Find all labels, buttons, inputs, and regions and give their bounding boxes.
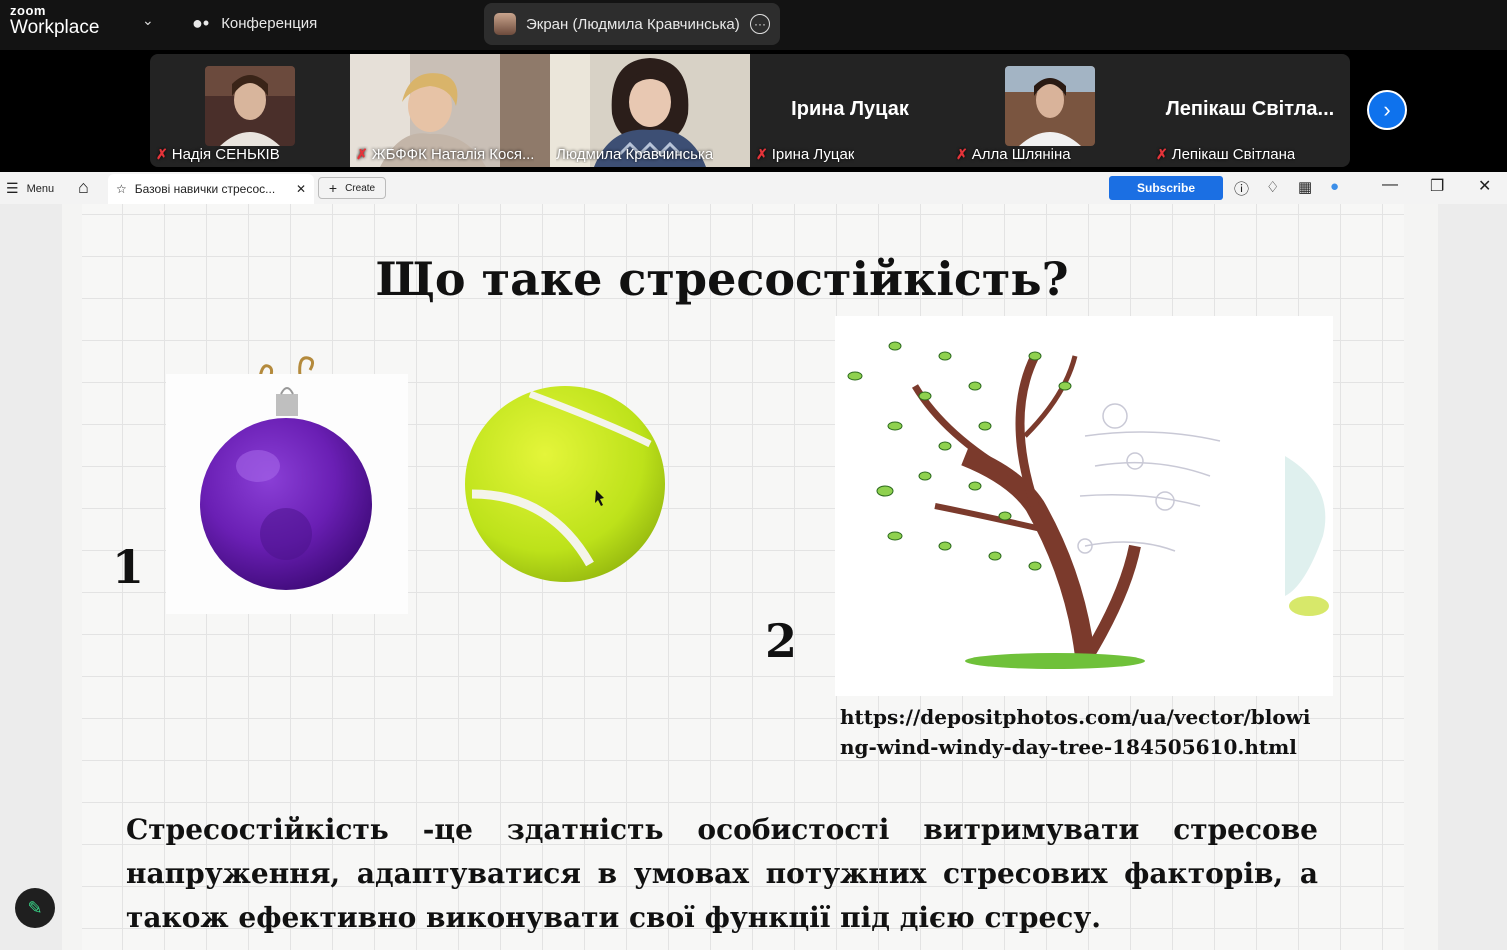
bell-icon[interactable]: ♢ [1266,178,1279,196]
url-line-2: ng-wind-windy-day-tree-184505610.html [840,735,1297,759]
mic-muted-icon: ✗ [956,146,968,162]
pencil-icon[interactable]: ✎ [15,888,55,928]
tennis-ball-image [465,386,665,582]
help-icon[interactable]: ⓘ [1234,178,1249,199]
participants-strip: ✗Надія СЕНЬКІВ ✗ЖБФФК Наталія Кося... [0,50,1507,170]
brand-bottom-text: Workplace [10,17,100,38]
participant-tile[interactable]: ✗ ЖБФФК Наталія Кося... [350,54,550,167]
participant-name: ✗ Лепікаш Світлана [1156,146,1296,163]
meeting-label: Конференция [221,15,318,32]
tab-title: Базові навички стресос... [134,182,276,196]
participant-photo [1005,66,1095,146]
participant-display-name: Лепікаш Світла... [1165,98,1335,120]
close-icon[interactable]: ✕ [1478,176,1491,196]
browser-toolbar: ☰ Menu ⌂ ☆ Базові навички стресос... ✕ +… [0,172,1507,204]
slide-label-2: 2 [765,614,798,668]
restore-icon[interactable]: ❐ [1430,176,1444,196]
mic-muted-icon: ✗ [1156,146,1168,162]
chevron-right-icon[interactable]: › [1367,90,1407,130]
slide-label-1: 1 [112,540,145,594]
chevron-down-icon[interactable]: ⌄ [142,12,154,29]
profile-icon[interactable]: ● [1330,178,1339,195]
zoom-logo: zoom Workplace [10,4,99,37]
star-icon[interactable]: ☆ [116,182,127,196]
meeting-button[interactable]: ●• Конференция [192,13,317,34]
menu-label: Menu [26,182,55,195]
participant-tile[interactable]: Лепікаш Світла... ✗ Лепікаш Світлана [1150,54,1350,167]
participant-tiles: ✗Надія СЕНЬКІВ ✗ЖБФФК Наталія Кося... [150,54,1350,167]
zoom-top-bar: zoom Workplace ⌄ ●• Конференция Экран (Л… [0,0,1507,50]
more-icon[interactable]: ··· [750,14,770,34]
mic-muted-icon: ✗ [756,146,768,162]
home-icon[interactable]: ⌂ [78,177,89,198]
mic-muted-icon: ✗ [356,146,368,162]
participant-name: Людмила Кравчинська [556,146,714,163]
minimize-icon[interactable]: — [1382,176,1398,194]
participant-display-name: Ірина Луцак [791,98,909,120]
subscribe-button[interactable]: Subscribe [1109,176,1223,200]
shared-screen: Що таке стресостійкість? 1 2 https://dep… [0,204,1507,950]
screen-share-pill[interactable]: Экран (Людмила Кравчинська) ··· [484,3,780,45]
close-icon[interactable]: ✕ [296,182,306,196]
windy-tree-image [835,316,1333,696]
participant-tile[interactable]: ✗ Алла Шляніна [950,54,1150,167]
document-tab[interactable]: ☆ Базові навички стресос... ✕ [108,174,314,204]
participant-photo [205,66,295,146]
participant-name: ✗ ЖБФФК Наталія Кося... [356,146,535,163]
christmas-ornament-image [166,374,408,614]
brand-top-text: zoom [10,3,46,18]
apps-icon[interactable]: ▦ [1298,178,1312,196]
menu-icon: ☰ [6,180,19,196]
participant-name: ✗ Ірина Луцак [756,146,855,163]
plus-icon: + [328,180,338,196]
menu-button[interactable]: ☰ Menu [6,180,54,197]
create-button[interactable]: + Create [318,177,386,199]
participants-icon: ●• [192,13,210,33]
url-line-1: https://depositphotos.com/ua/vector/blow… [840,705,1311,729]
mic-muted-icon: ✗ [156,146,168,162]
screen-share-label: Экран (Людмила Кравчинська) [526,15,740,33]
slide-definition-text: Стресостійкість -це здатність особистост… [126,813,1318,934]
participant-name: ✗ Надія СЕНЬКІВ [156,146,280,163]
slide-title: Що таке стресостійкість? [375,252,1069,306]
participant-tile-active-speaker[interactable]: Людмила Кравчинська [550,54,750,167]
participant-tile[interactable]: ✗ Надія СЕНЬКІВ [150,54,350,167]
image-source-url: https://depositphotos.com/ua/vector/blow… [840,702,1311,762]
presenter-avatar [494,13,516,35]
slide: Що таке стресостійкість? 1 2 https://dep… [62,204,1438,950]
participant-tile[interactable]: Ірина Луцак ✗ Ірина Луцак [750,54,950,167]
participant-name: ✗ Алла Шляніна [956,146,1071,163]
